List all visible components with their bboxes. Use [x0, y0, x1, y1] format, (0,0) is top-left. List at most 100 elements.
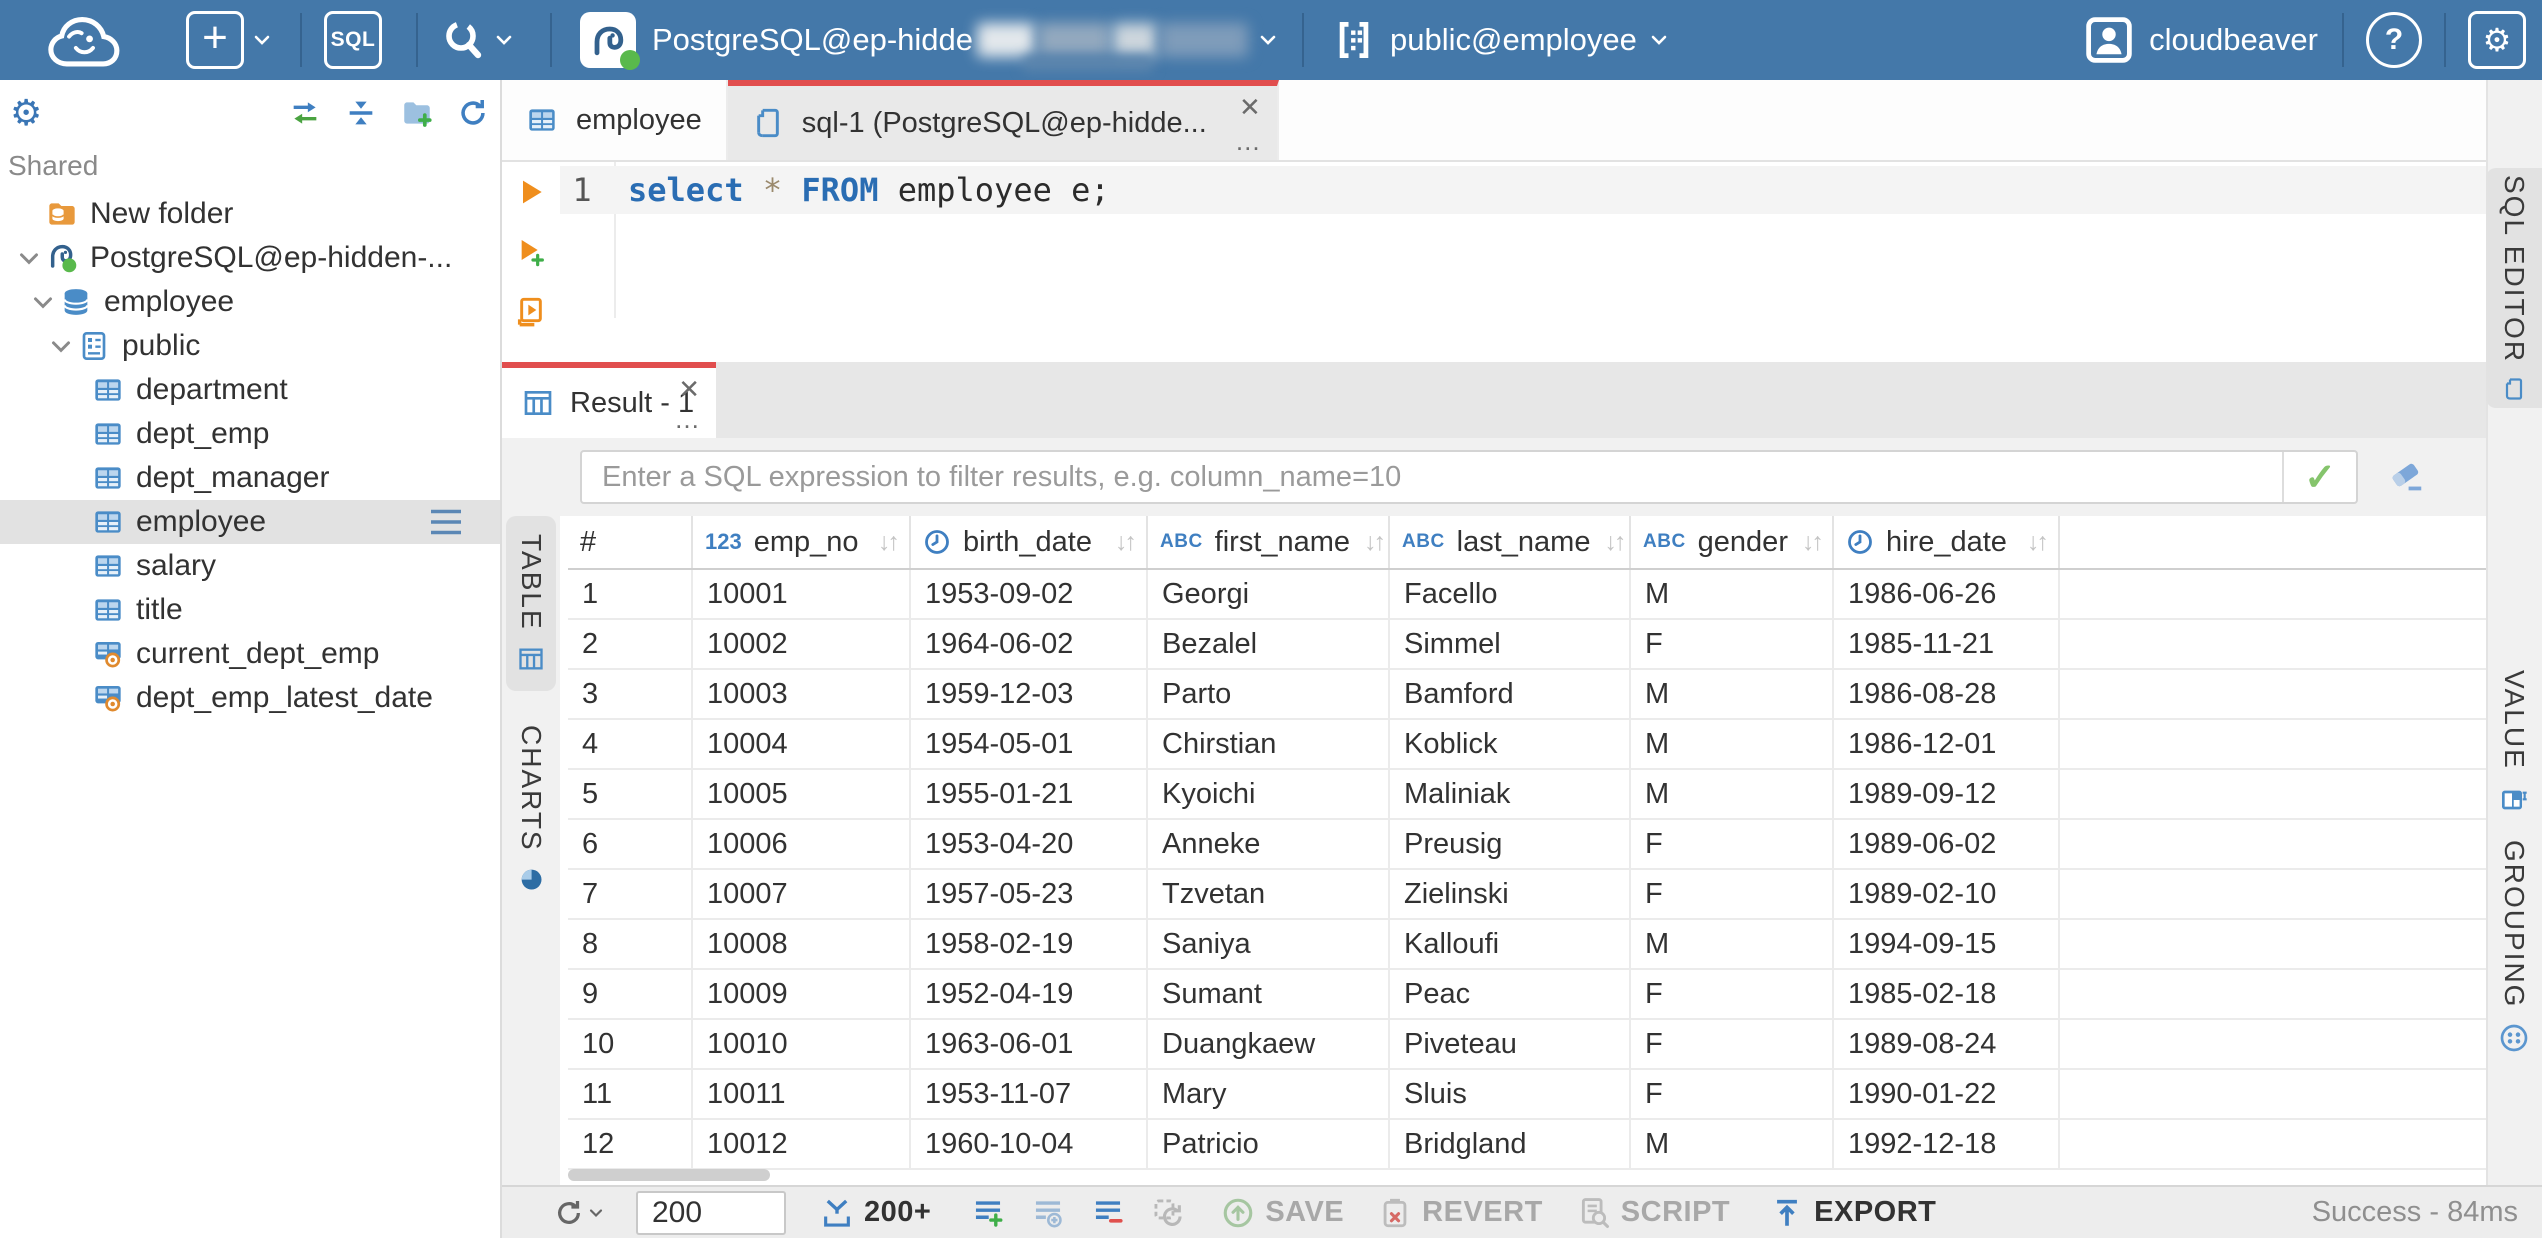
tree-item-postgresql-ep-hidden-[interactable]: PostgreSQL@ep-hidden-...: [0, 236, 500, 280]
table-row[interactable]: 1 10001 1953-09-02 Georgi Facello M 1986-06-26: [568, 570, 2486, 620]
row-index-cell[interactable]: 3: [568, 670, 693, 718]
data-cell[interactable]: 1989-08-24: [1834, 1020, 2060, 1068]
execute-script-button[interactable]: [515, 296, 547, 328]
settings-button[interactable]: ⚙: [2468, 11, 2526, 69]
data-cell[interactable]: M: [1631, 570, 1834, 618]
data-cell[interactable]: M: [1631, 670, 1834, 718]
chevron-down-icon[interactable]: [46, 331, 76, 361]
data-cell[interactable]: 1989-09-12: [1834, 770, 2060, 818]
data-cell[interactable]: Simmel: [1390, 620, 1631, 668]
table-row[interactable]: 4 10004 1954-05-01 Chirstian Koblick M 1986-12…: [568, 720, 2486, 770]
new-folder-icon[interactable]: [400, 96, 434, 130]
row-index-cell[interactable]: 11: [568, 1070, 693, 1118]
row-index-cell[interactable]: 8: [568, 920, 693, 968]
data-cell[interactable]: 1986-06-26: [1834, 570, 2060, 618]
data-cell[interactable]: Tzvetan: [1148, 870, 1390, 918]
data-cell[interactable]: Kyoichi: [1148, 770, 1390, 818]
data-cell[interactable]: 1989-06-02: [1834, 820, 2060, 868]
column-header-birth_date[interactable]: birth_date ↓↑: [911, 516, 1148, 568]
data-cell[interactable]: 1986-12-01: [1834, 720, 2060, 768]
presentation-tab-charts[interactable]: CHARTS: [506, 707, 556, 912]
data-cell[interactable]: Duangkaew: [1148, 1020, 1390, 1068]
sort-icon[interactable]: ↓↑: [1101, 528, 1137, 557]
refresh-tree-icon[interactable]: [456, 96, 490, 130]
data-cell[interactable]: 1990-01-22: [1834, 1070, 2060, 1118]
grouping-panel-tab[interactable]: GROUPING: [2486, 840, 2542, 1054]
tree-item-salary[interactable]: salary: [0, 544, 500, 588]
sql-editor-side-tab[interactable]: SQL EDITOR: [2486, 168, 2542, 408]
table-row[interactable]: 10 10010 1963-06-01 Duangkaew Piveteau F 1989-…: [568, 1020, 2486, 1070]
data-cell[interactable]: 10011: [693, 1070, 911, 1118]
table-row[interactable]: 3 10003 1959-12-03 Parto Bamford M 1986-08-28: [568, 670, 2486, 720]
help-button[interactable]: ?: [2366, 12, 2422, 68]
revert-button[interactable]: REVERT: [1378, 1196, 1543, 1230]
data-cell[interactable]: Parto: [1148, 670, 1390, 718]
delete-row-button[interactable]: [1091, 1196, 1125, 1230]
tab-sql-1[interactable]: sql-1 (PostgreSQL@ep-hidde... ✕ …: [727, 80, 1279, 160]
tree-item-employee[interactable]: employee: [0, 280, 500, 324]
sql-editor-button[interactable]: SQL: [324, 11, 382, 69]
data-cell[interactable]: 1989-02-10: [1834, 870, 2060, 918]
data-cell[interactable]: 10005: [693, 770, 911, 818]
data-cell[interactable]: 1960-10-04: [911, 1120, 1148, 1168]
table-row[interactable]: 11 10011 1953-11-07 Mary Sluis F 1990-01-22: [568, 1070, 2486, 1120]
data-cell[interactable]: Mary: [1148, 1070, 1390, 1118]
data-cell[interactable]: 1953-09-02: [911, 570, 1148, 618]
sort-icon[interactable]: ↓↑: [1788, 528, 1824, 557]
driver-manager-button[interactable]: [440, 16, 488, 64]
data-cell[interactable]: F: [1631, 1020, 1834, 1068]
data-cell[interactable]: 1955-01-21: [911, 770, 1148, 818]
table-row[interactable]: 5 10005 1955-01-21 Kyoichi Maliniak M 1989-09-…: [568, 770, 2486, 820]
tree-item-dept-manager[interactable]: dept_manager: [0, 456, 500, 500]
sort-icon[interactable]: ↓↑: [864, 528, 900, 557]
column-header-emp_no[interactable]: 123 emp_no ↓↑: [693, 516, 911, 568]
row-index-cell[interactable]: 4: [568, 720, 693, 768]
data-cell[interactable]: 1986-08-28: [1834, 670, 2060, 718]
data-cell[interactable]: 1958-02-19: [911, 920, 1148, 968]
tab-result-1[interactable]: Result - 1 ✕ …: [502, 362, 716, 438]
chevron-down-icon[interactable]: [492, 28, 516, 52]
data-cell[interactable]: Bridgland: [1390, 1120, 1631, 1168]
data-cell[interactable]: M: [1631, 770, 1834, 818]
data-cell[interactable]: 1952-04-19: [911, 970, 1148, 1018]
data-cell[interactable]: F: [1631, 820, 1834, 868]
data-cell[interactable]: 10009: [693, 970, 911, 1018]
tab-employee[interactable]: employee: [502, 80, 728, 160]
data-cell[interactable]: Anneke: [1148, 820, 1390, 868]
data-cell[interactable]: M: [1631, 1120, 1834, 1168]
filter-input[interactable]: [582, 460, 2282, 494]
collapse-all-icon[interactable]: [344, 96, 378, 130]
data-cell[interactable]: F: [1631, 1070, 1834, 1118]
data-cell[interactable]: 10012: [693, 1120, 911, 1168]
duplicate-row-button[interactable]: [1031, 1196, 1065, 1230]
save-button[interactable]: SAVE: [1221, 1196, 1344, 1230]
data-cell[interactable]: Zielinski: [1390, 870, 1631, 918]
chevron-down-icon[interactable]: [28, 287, 58, 317]
data-cell[interactable]: F: [1631, 970, 1834, 1018]
tree-item-title[interactable]: title: [0, 588, 500, 632]
tab-menu-icon[interactable]: …: [1235, 128, 1261, 154]
apply-filter-button[interactable]: ✓: [2282, 452, 2356, 502]
schema-selector[interactable]: public@employee: [1332, 18, 1671, 62]
sql-code-line[interactable]: 1 select * FROM employee e;: [560, 166, 2542, 214]
row-index-cell[interactable]: 12: [568, 1120, 693, 1168]
data-cell[interactable]: 1953-04-20: [911, 820, 1148, 868]
tree-item-dept-emp[interactable]: dept_emp: [0, 412, 500, 456]
data-cell[interactable]: 10003: [693, 670, 911, 718]
tree-item-department[interactable]: department: [0, 368, 500, 412]
sidebar-settings-icon[interactable]: ⚙: [10, 95, 42, 131]
data-cell[interactable]: Piveteau: [1390, 1020, 1631, 1068]
user-menu-button[interactable]: cloudbeaver: [2083, 14, 2318, 66]
data-cell[interactable]: Kalloufi: [1390, 920, 1631, 968]
row-limit-input[interactable]: [636, 1190, 786, 1235]
data-cell[interactable]: M: [1631, 920, 1834, 968]
tree-item-new-folder[interactable]: New folder: [0, 192, 500, 236]
result-menu-icon[interactable]: …: [674, 406, 700, 432]
sort-icon[interactable]: ↓↑: [1590, 528, 1626, 557]
sync-connections-icon[interactable]: [288, 96, 322, 130]
refresh-result-button[interactable]: [552, 1196, 606, 1230]
data-cell[interactable]: 1992-12-18: [1834, 1120, 2060, 1168]
data-cell[interactable]: 10008: [693, 920, 911, 968]
execute-query-button[interactable]: [515, 176, 547, 208]
row-index-cell[interactable]: 10: [568, 1020, 693, 1068]
